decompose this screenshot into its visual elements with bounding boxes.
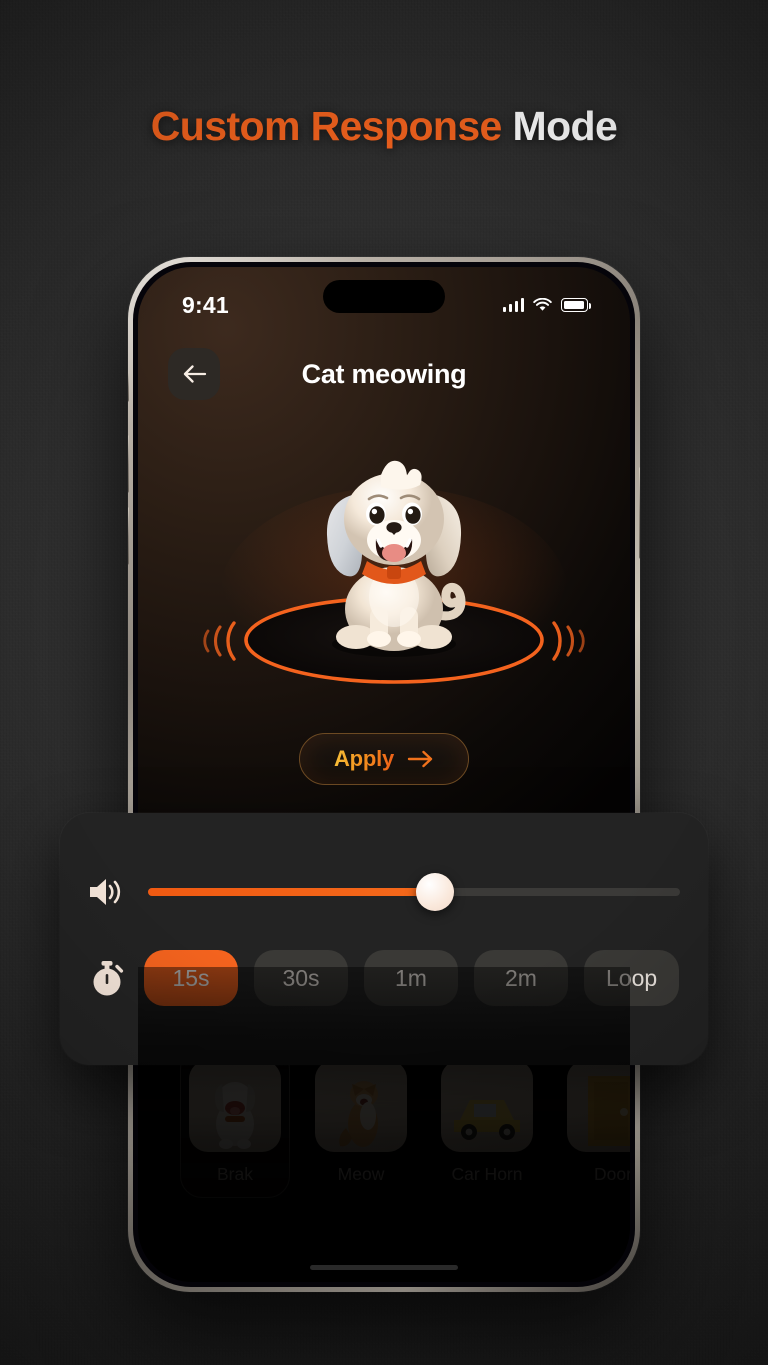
apply-button-label: Apply: [333, 746, 395, 771]
duration-chip-2m[interactable]: 2m: [474, 950, 568, 1006]
volume-slider[interactable]: [148, 873, 680, 911]
arrow-right-icon: [407, 750, 433, 768]
sound-card[interactable]: Meow: [306, 1047, 416, 1198]
home-indicator: [310, 1265, 458, 1270]
status-icons: [502, 298, 591, 312]
sound-card-label: Car Horn: [451, 1164, 523, 1184]
hero-illustration-area: [138, 447, 630, 727]
volume-row: [86, 872, 682, 912]
car-thumbnail: [441, 1060, 533, 1152]
duration-chip-15s[interactable]: 15s: [144, 950, 238, 1006]
page-title-plain: Mode: [512, 103, 618, 149]
apply-button[interactable]: Apply: [298, 733, 470, 785]
dynamic-island: [323, 280, 445, 313]
cellular-bars-icon: [502, 298, 524, 312]
duration-chip-1m[interactable]: 1m: [364, 950, 458, 1006]
page-title-accent: Custom Response: [150, 103, 503, 149]
back-button[interactable]: [168, 348, 220, 400]
volume-down-button[interactable]: [128, 507, 129, 565]
duration-chip-30s[interactable]: 30s: [254, 950, 348, 1006]
sound-card-label: Brak: [217, 1164, 253, 1184]
sound-library-strip[interactable]: Brak Meow Car Horn Door: [138, 1047, 630, 1198]
sound-card[interactable]: Brak: [180, 1047, 290, 1198]
battery-full-icon: [561, 298, 591, 312]
duration-row: 15s 30s 1m 2m Loop: [86, 950, 682, 1006]
phone-screen: 9:41 Cat meowing Apply Brak Meow Car Hor…: [138, 267, 630, 1282]
speaker-volume-icon: [90, 879, 121, 905]
phone-bezel: 9:41 Cat meowing Apply Brak Meow Car Hor…: [133, 262, 635, 1287]
app-header: Cat meowing: [138, 343, 630, 405]
sound-card-label: Meow: [337, 1164, 385, 1184]
sound-card-label: Door: [594, 1164, 630, 1184]
power-button[interactable]: [639, 467, 640, 559]
status-time: 9:41: [182, 291, 229, 318]
volume-slider-thumb[interactable]: [416, 873, 455, 911]
puppy-3d-illustration: [203, 460, 585, 707]
apply-button-row: Apply: [138, 733, 630, 785]
silent-switch[interactable]: [128, 372, 129, 402]
door-thumbnail: [567, 1060, 630, 1152]
dog-thumbnail: [189, 1060, 281, 1152]
arrow-left-icon: [183, 365, 206, 383]
sound-card[interactable]: Car Horn: [432, 1047, 542, 1198]
wifi-icon: [533, 298, 552, 311]
page-title: Custom Response Mode: [0, 103, 768, 150]
volume-up-button[interactable]: [128, 435, 129, 493]
sound-card[interactable]: Door: [558, 1047, 630, 1198]
playback-control-panel: 15s 30s 1m 2m Loop: [60, 813, 708, 1065]
phone-mockup: 9:41 Cat meowing Apply Brak Meow Car Hor…: [128, 257, 640, 1292]
volume-slider-fill: [148, 888, 436, 896]
stopwatch-icon: [86, 958, 128, 998]
duration-chip-loop[interactable]: Loop: [584, 950, 680, 1006]
cat-thumbnail: [315, 1060, 407, 1152]
